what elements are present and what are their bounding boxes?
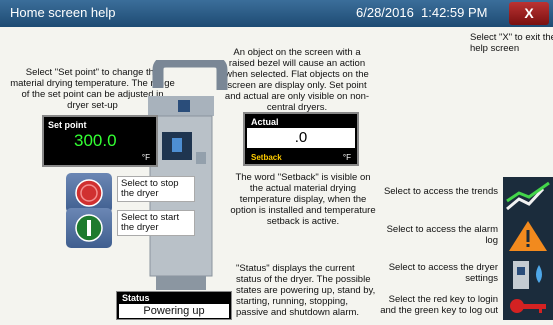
trends-help-text: Select to access the trends [383,186,498,197]
start-label: Select to start the dryer [117,210,195,236]
actual-label: Actual [251,117,279,127]
window-title: Home screen help [10,5,116,20]
stop-icon [75,179,103,207]
help-bezel-text: An object on the screen with a raised be… [224,47,370,113]
dryer-settings-icon [513,261,542,289]
login-help-text: Select the red key to login and the gree… [380,294,498,316]
alarm-help-text: Select to access the alarm log [386,224,498,246]
date-display: 6/28/2016 [356,5,414,20]
start-icon [75,214,103,242]
status-value: Powering up [119,304,229,318]
actual-value: .0 [247,128,355,148]
dryer-settings-button[interactable] [503,253,553,295]
trends-icon [506,181,550,211]
help-setback-text: The word "Setback" is visible on the act… [230,172,376,227]
stop-label: Select to stop the dryer [117,176,195,202]
start-button[interactable] [66,208,112,248]
status-label: Status [122,293,150,303]
actual-panel: Actual .0 Setback °F [243,112,359,166]
time-display: 1:42:59 PM [421,5,488,20]
alarm-log-button[interactable] [503,215,553,257]
login-key-button[interactable] [503,292,553,320]
key-icon [510,299,546,313]
settings-help-text: Select to access the dryer settings [388,262,498,284]
setpoint-value: 300.0 [74,131,117,150]
warning-icon [509,221,547,251]
trends-button[interactable] [503,177,553,219]
help-status-text: "Status" displays the current status of … [236,263,376,318]
close-button[interactable]: X [509,2,549,25]
title-bar: Home screen help 6/28/2016 1:42:59 PM X [0,0,553,27]
setback-indicator: Setback [251,153,282,162]
actual-unit: °F [342,153,351,162]
status-panel: Status Powering up [116,291,232,320]
setpoint-unit: °F [141,153,150,162]
help-exit-text: Select "X" to exit the help screen [470,32,553,54]
setpoint-label: Set point [48,120,87,130]
stop-button[interactable] [66,173,112,213]
setpoint-panel[interactable]: Set point 300.0 °F [42,115,158,167]
